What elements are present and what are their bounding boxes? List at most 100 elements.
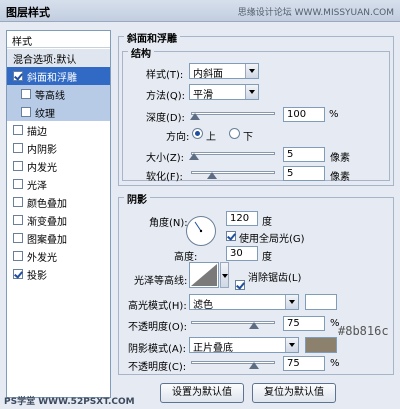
highlight-opacity-thumb[interactable] xyxy=(249,322,259,329)
style-item-label: 图案叠加 xyxy=(27,234,67,246)
style-item[interactable]: 渐变叠加 xyxy=(7,211,110,229)
style-item[interactable]: 内发光 xyxy=(7,157,110,175)
depth-label: 深度(D): xyxy=(146,113,185,124)
style-item-label: 内阴影 xyxy=(27,144,57,156)
style-item-label: 斜面和浮雕 xyxy=(27,72,77,84)
style-item-checkbox[interactable] xyxy=(13,71,23,81)
gloss-contour-dropdown[interactable] xyxy=(220,262,229,288)
style-item-label: 纹理 xyxy=(35,108,55,120)
soften-label: 软化(F): xyxy=(146,172,183,183)
style-item-label: 渐变叠加 xyxy=(27,216,67,228)
make-default-button[interactable]: 设置为默认值 xyxy=(160,383,244,403)
size-input[interactable]: 5 xyxy=(283,147,325,162)
structure-title: 结构 xyxy=(128,45,154,60)
style-item[interactable]: 等高线 xyxy=(7,85,110,103)
bevel-style-value: 内斜面 xyxy=(193,69,223,80)
style-item[interactable]: 斜面和浮雕 xyxy=(7,67,110,85)
shadow-mode-select[interactable]: 正片叠底 xyxy=(189,337,299,354)
chevron-down-icon xyxy=(285,295,298,309)
chevron-down-icon xyxy=(222,274,228,278)
highlight-opacity-track[interactable] xyxy=(191,321,275,324)
soften-slider-thumb[interactable] xyxy=(207,172,217,179)
depth-input[interactable]: 100 xyxy=(283,107,325,122)
direction-up-radio[interactable] xyxy=(192,128,203,139)
blend-options-item[interactable]: 混合选项:默认 xyxy=(7,49,110,67)
style-item[interactable]: 内阴影 xyxy=(7,139,110,157)
direction-down-label: 下 xyxy=(243,132,253,143)
angle-dial[interactable] xyxy=(186,216,216,246)
shadow-opacity-input[interactable]: 75 xyxy=(283,356,325,371)
soften-slider-track[interactable] xyxy=(191,171,275,174)
style-item-checkbox[interactable] xyxy=(13,125,23,135)
soften-unit: 像素 xyxy=(330,172,350,183)
shadow-mode-value: 正片叠底 xyxy=(193,343,233,354)
highlight-color-swatch[interactable] xyxy=(305,294,337,310)
style-item-checkbox[interactable] xyxy=(13,269,23,279)
style-item-label: 光泽 xyxy=(27,180,47,192)
highlight-mode-select[interactable]: 滤色 xyxy=(189,294,299,311)
style-item-label: 内发光 xyxy=(27,162,57,174)
chevron-down-icon xyxy=(245,85,258,99)
gloss-contour-picker[interactable] xyxy=(189,262,219,288)
size-slider-thumb[interactable] xyxy=(188,153,199,160)
angle-input[interactable]: 120 xyxy=(226,211,258,226)
size-slider-track[interactable] xyxy=(191,152,275,155)
style-item-label: 投影 xyxy=(27,270,47,282)
style-item-checkbox[interactable] xyxy=(13,215,23,225)
style-label: 样式(T): xyxy=(146,70,184,81)
size-unit: 像素 xyxy=(330,153,350,164)
technique-select[interactable]: 平滑 xyxy=(189,84,259,101)
highlight-mode-value: 滤色 xyxy=(193,300,213,311)
highlight-opacity-label: 不透明度(O): xyxy=(128,322,188,333)
style-item-checkbox[interactable] xyxy=(13,179,23,189)
dialog-title: 图层样式 xyxy=(6,6,50,19)
reset-default-button[interactable]: 复位为默认值 xyxy=(252,383,336,403)
global-light-checkbox[interactable] xyxy=(226,231,236,241)
style-item-checkbox[interactable] xyxy=(13,233,23,243)
style-item[interactable]: 描边 xyxy=(7,121,110,139)
shadow-opacity-thumb[interactable] xyxy=(249,362,259,369)
altitude-label: 高度: xyxy=(174,252,198,263)
style-item-checkbox[interactable] xyxy=(13,161,23,171)
shadow-opacity-unit: % xyxy=(330,358,340,369)
style-item[interactable]: 光泽 xyxy=(7,175,110,193)
soften-input[interactable]: 5 xyxy=(283,166,325,181)
style-item-label: 描边 xyxy=(27,126,47,138)
style-item-checkbox[interactable] xyxy=(13,251,23,261)
depth-slider-track[interactable] xyxy=(191,112,275,115)
direction-down-radio[interactable] xyxy=(229,128,240,139)
title-bar: 图层样式 思缘设计论坛 WWW.MISSYUAN.COM xyxy=(0,0,400,22)
altitude-input[interactable]: 30 xyxy=(226,246,258,261)
highlight-mode-label: 高光模式(H): xyxy=(128,301,187,312)
chevron-down-icon xyxy=(245,64,258,78)
shadow-opacity-label: 不透明度(C): xyxy=(128,362,187,373)
shadow-opacity-track[interactable] xyxy=(191,361,275,364)
antialias-checkbox[interactable] xyxy=(235,280,245,290)
depth-slider-thumb[interactable] xyxy=(190,113,201,120)
shading-title: 阴影 xyxy=(124,191,150,206)
style-item-checkbox[interactable] xyxy=(13,143,23,153)
shadow-color-swatch[interactable] xyxy=(305,337,337,353)
style-item[interactable]: 颜色叠加 xyxy=(7,193,110,211)
style-item[interactable]: 外发光 xyxy=(7,247,110,265)
angle-unit: 度 xyxy=(262,217,272,228)
blend-options-label: 混合选项:默认 xyxy=(13,54,77,66)
style-item[interactable]: 图案叠加 xyxy=(7,229,110,247)
shadow-mode-label: 阴影模式(A): xyxy=(128,344,187,355)
style-item[interactable]: 纹理 xyxy=(7,103,110,121)
highlight-opacity-input[interactable]: 75 xyxy=(283,316,325,331)
technique-value: 平滑 xyxy=(193,90,213,101)
style-item-checkbox[interactable] xyxy=(21,89,31,99)
watermark-top: 思缘设计论坛 WWW.MISSYUAN.COM xyxy=(237,8,394,18)
style-item-checkbox[interactable] xyxy=(21,107,31,117)
style-item-label: 外发光 xyxy=(27,252,57,264)
style-item-checkbox[interactable] xyxy=(13,197,23,207)
antialias-label: 消除锯齿(L) xyxy=(248,273,302,284)
altitude-unit: 度 xyxy=(262,252,272,263)
style-item-label: 颜色叠加 xyxy=(27,198,67,210)
angle-dial-icon xyxy=(194,221,203,233)
style-item[interactable]: 投影 xyxy=(7,265,110,283)
bevel-style-select[interactable]: 内斜面 xyxy=(189,63,259,80)
style-item-label: 等高线 xyxy=(35,90,65,102)
contour-curve-icon xyxy=(191,264,217,286)
